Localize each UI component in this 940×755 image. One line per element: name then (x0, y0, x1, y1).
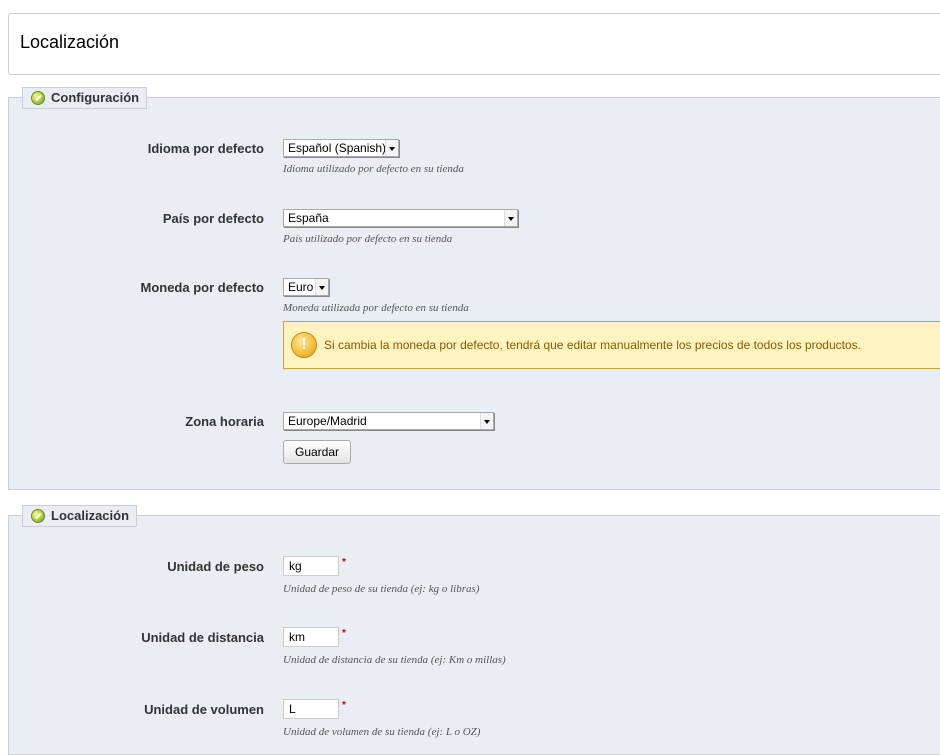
chevron-down-icon (385, 140, 398, 156)
localization-legend-label: Localización (51, 508, 130, 523)
volume-hint: Unidad de volumen de su tienda (ej: L o … (283, 726, 481, 738)
configuration-legend: Configuración (22, 87, 148, 109)
language-select-value: Español (Spanish) (288, 141, 387, 155)
localization-legend: Localización (22, 505, 138, 527)
chevron-down-icon (315, 279, 328, 295)
distance-input[interactable]: km (283, 627, 339, 647)
localization-fieldset: Localización Unidad de peso kg * Unidad … (8, 505, 940, 755)
weight-required-mark: * (342, 557, 346, 568)
configuration-fieldset: Configuración Idioma por defecto Español… (8, 87, 940, 490)
weight-hint: Unidad de peso de su tienda (ej: kg o li… (283, 583, 480, 595)
country-select[interactable]: España (283, 209, 518, 227)
currency-hint: Moneda utilizada por defecto en su tiend… (283, 302, 469, 314)
pencil-icon (31, 509, 45, 523)
weight-label: Unidad de peso (167, 559, 264, 574)
pencil-icon (31, 91, 45, 105)
country-hint: País utilizado por defecto en su tienda (283, 233, 453, 245)
chevron-down-icon (504, 210, 517, 226)
language-select[interactable]: Español (Spanish) (283, 139, 399, 157)
language-label: Idioma por defecto (147, 141, 264, 156)
currency-label: Moneda por defecto (140, 280, 264, 295)
save-button[interactable]: Guardar (283, 440, 351, 464)
distance-required-mark: * (342, 628, 346, 639)
distance-label: Unidad de distancia (141, 630, 264, 645)
currency-select-value: Euro (288, 280, 314, 294)
currency-warning: ! Si cambia la moneda por defecto, tendr… (283, 321, 940, 369)
language-hint: Idioma utilizado por defecto en su tiend… (283, 163, 464, 175)
volume-label: Unidad de volumen (144, 702, 264, 717)
warning-icon: ! (291, 332, 317, 358)
country-select-value: España (288, 211, 329, 225)
configuration-legend-label: Configuración (51, 90, 140, 105)
timezone-label: Zona horaria (185, 414, 264, 429)
distance-hint: Unidad de distancia de su tienda (ej: Km… (283, 654, 506, 666)
chevron-down-icon (480, 413, 493, 429)
volume-required-mark: * (342, 700, 346, 711)
country-label: País por defecto (162, 211, 264, 226)
currency-select[interactable]: Euro (283, 278, 329, 296)
page-title: Localización (20, 32, 120, 52)
currency-warning-text: Si cambia la moneda por defecto, tendrá … (324, 338, 861, 352)
volume-input[interactable]: L (283, 699, 339, 719)
timezone-select-value: Europe/Madrid (288, 414, 367, 428)
timezone-select[interactable]: Europe/Madrid (283, 412, 494, 430)
weight-input[interactable]: kg (283, 556, 339, 576)
page-header: Localización (8, 13, 940, 75)
